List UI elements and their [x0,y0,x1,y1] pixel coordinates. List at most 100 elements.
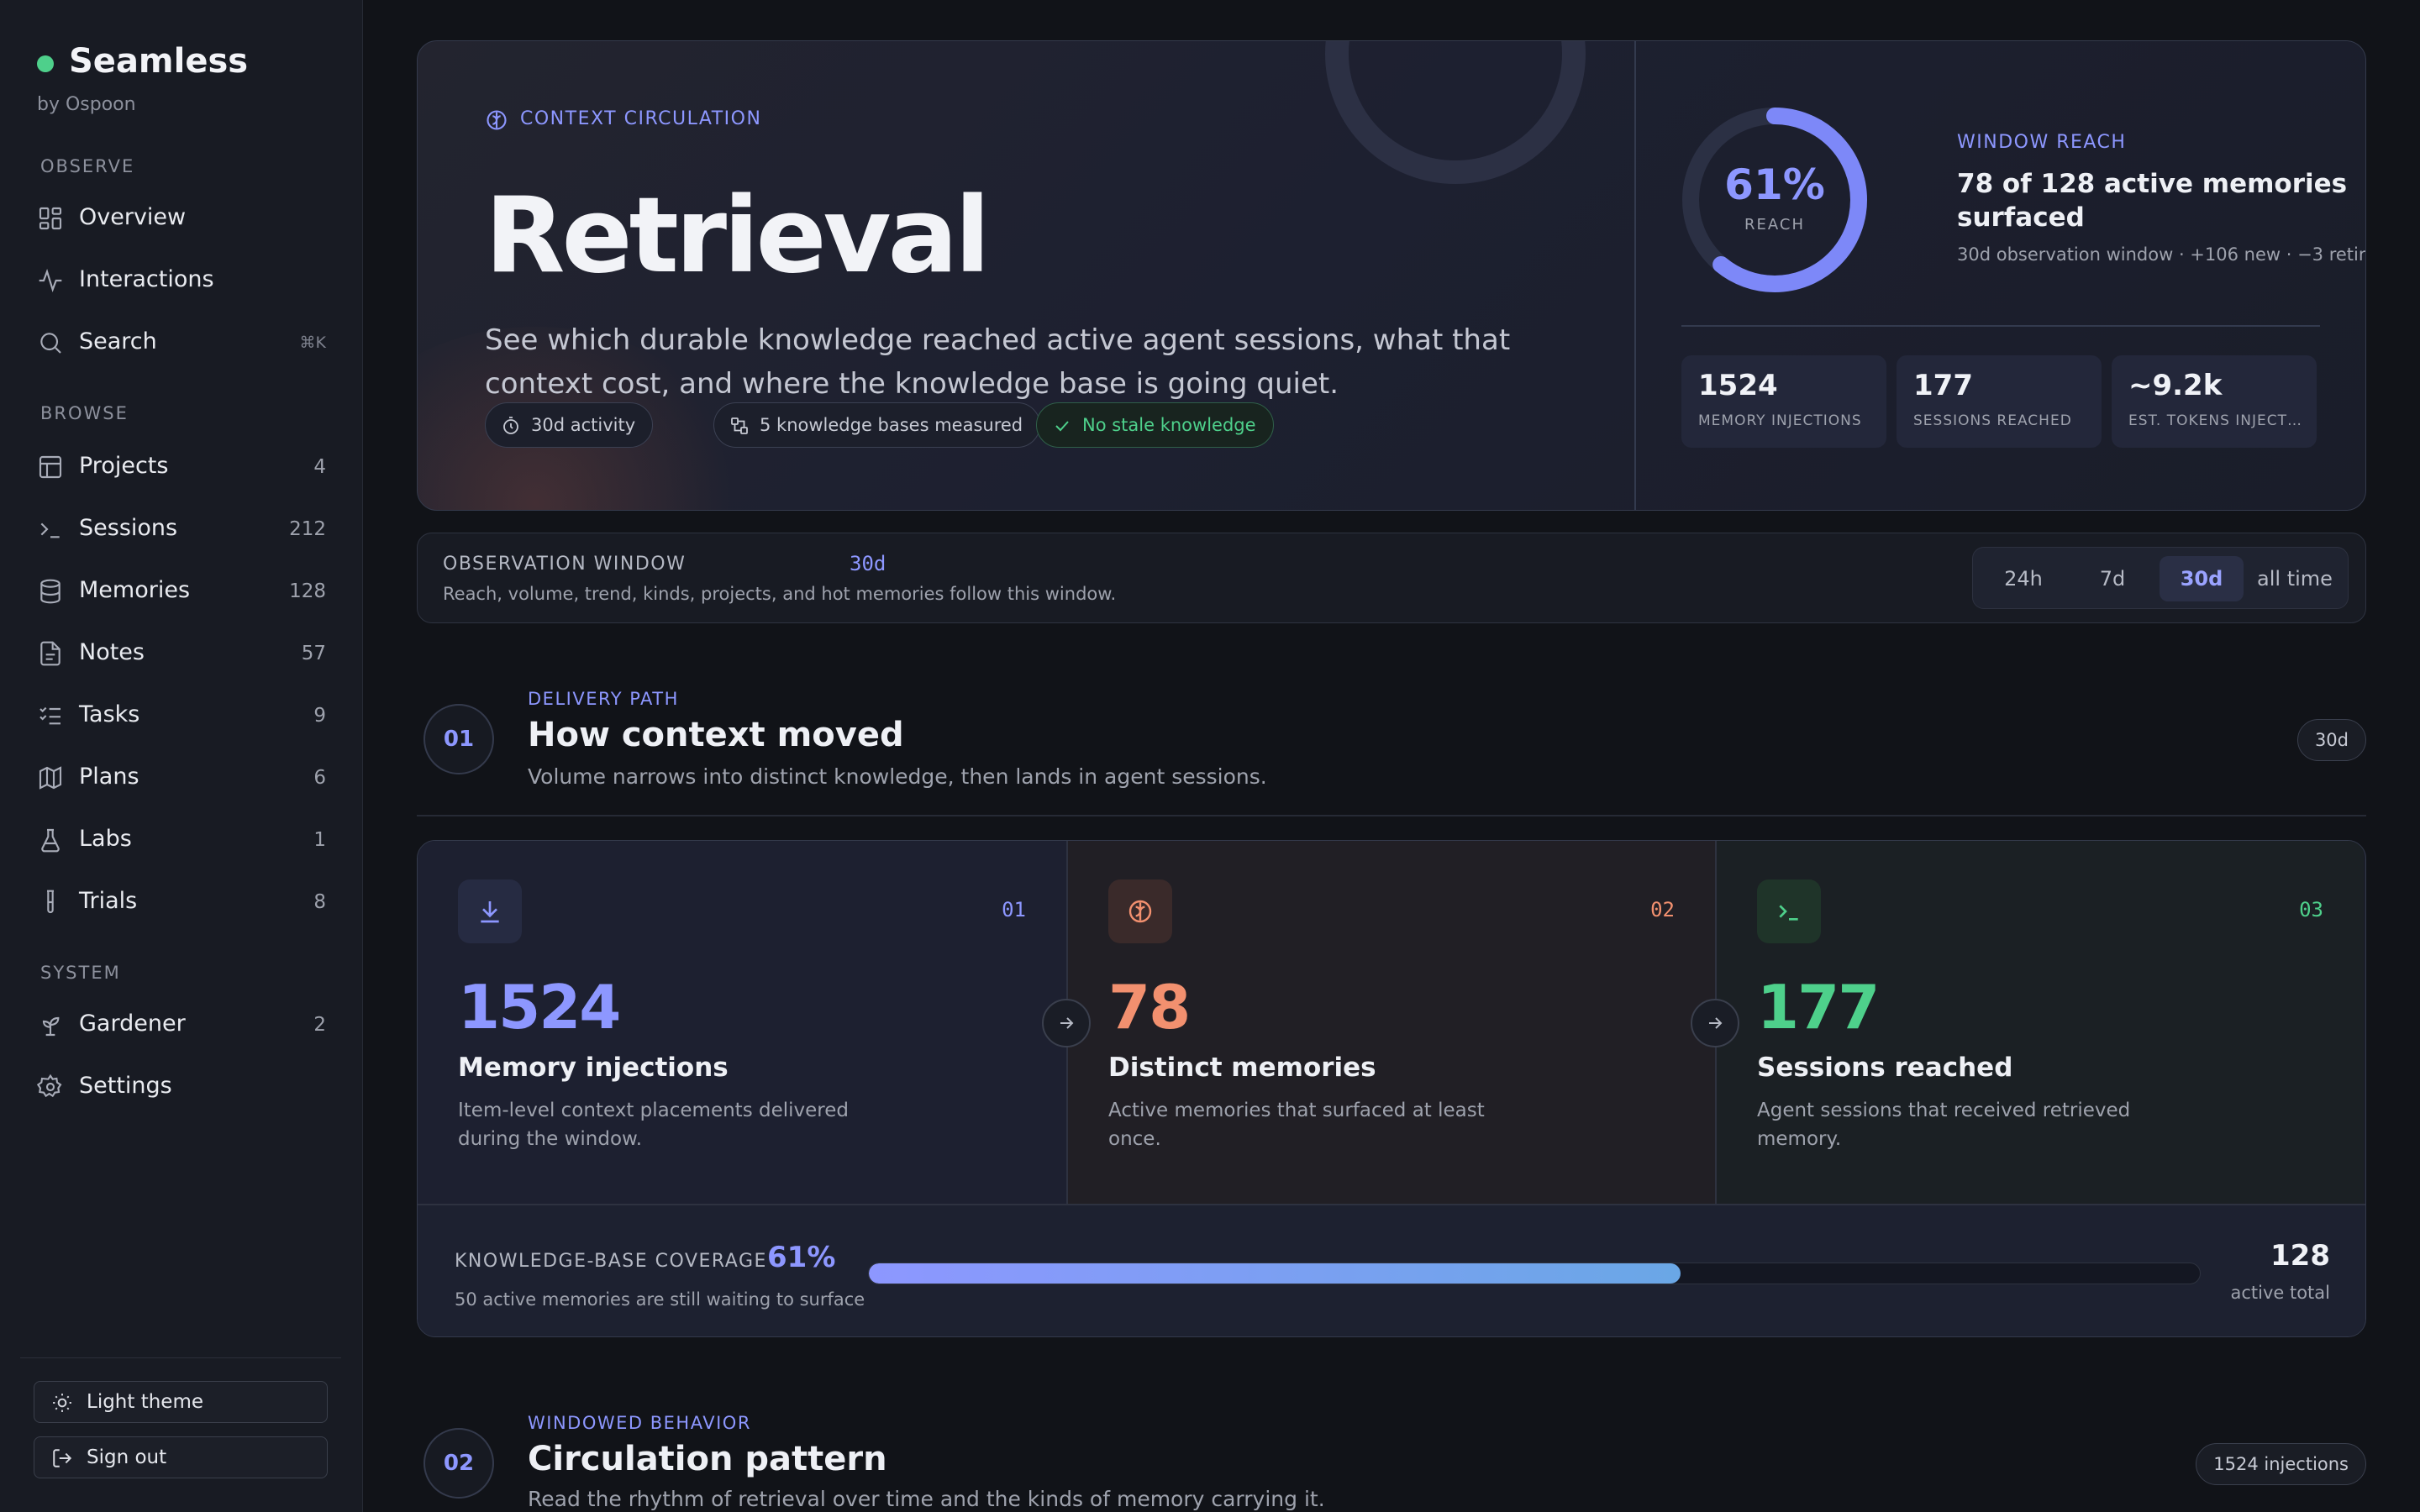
check-icon [1055,421,1069,432]
window-reach-eyebrow: WINDOW REACH [1957,132,2127,153]
sidebar-section-system: SYSTEM [40,963,121,983]
flask-icon [41,828,60,853]
sidebar-item-gardener[interactable]: Gardener 2 [30,1000,333,1050]
sidebar-item-label: Labs [79,826,132,852]
stat-value: 177 [1913,369,1973,402]
window-option-all-time[interactable]: all time [2249,556,2341,601]
step-number: 01 [1002,898,1026,921]
section-subtitle: Read the rhythm of retrieval over time a… [528,1487,1325,1511]
sidebar-item-tasks[interactable]: Tasks 9 [30,690,333,741]
sidebar-item-projects[interactable]: Projects 4 [30,442,333,492]
arrow-right-icon [1709,1017,1723,1029]
window-option-7d[interactable]: 7d [2070,556,2154,601]
sidebar-item-sessions[interactable]: Sessions 212 [30,504,333,554]
sidebar-item-count: 128 [289,580,326,602]
sidebar-item-count: 9 [313,705,326,727]
step-memory-injections: 01 1524 Memory injections Item-level con… [418,841,1066,1204]
sidebar-item-count: 6 [313,767,326,789]
coverage-total: 128 [2270,1239,2330,1273]
window-option-30d[interactable]: 30d [2160,556,2244,601]
section-title: How context moved [528,716,904,754]
sidebar-item-count: 212 [289,518,326,540]
brand-name: Seamless [69,42,249,81]
flow-arrow [1042,999,1091,1047]
sidebar-item-overview[interactable]: Overview [30,193,333,244]
step-number: 02 [1650,898,1675,921]
sidebar-item-label: Plans [79,764,139,790]
step-icon-box [1108,879,1172,943]
main-content: CONTEXT CIRCULATION Retrieval See which … [363,0,2420,1512]
terminal-icon [40,522,60,538]
step-value: 1524 [458,972,621,1042]
sidebar-item-label: Tasks [79,701,140,727]
sidebar-section-observe: OBSERVE [40,156,135,176]
coverage-title: KNOWLEDGE-BASE COVERAGE [455,1251,767,1272]
sidebar-item-settings[interactable]: Settings [30,1062,333,1112]
light-theme-label: Light theme [87,1391,204,1413]
sidebar-item-plans[interactable]: Plans 6 [30,753,333,803]
search-icon [40,333,61,354]
hero-divider [1634,41,1636,510]
knowledge-base-coverage: KNOWLEDGE-BASE COVERAGE 61% 50 active me… [418,1204,2365,1336]
sidebar-item-labs[interactable]: Labs 1 [30,815,333,865]
grid-icon [39,207,62,230]
sidebar-item-count: 1 [313,829,326,851]
step-title: Sessions reached [1757,1053,2013,1083]
sidebar-item-count: 2 [313,1014,326,1036]
terminal-icon [1779,905,1798,921]
stat-value: ~9.2k [2128,369,2223,402]
step-description: Agent sessions that received retrieved m… [1757,1100,2131,1150]
map-icon [39,766,62,790]
page-title: Retrieval [485,176,991,297]
sidebar-item-label: Settings [79,1073,172,1099]
sprout-icon [42,1016,60,1037]
stat-value: 1524 [1698,369,1778,402]
layout-icon [39,455,62,479]
sidebar-item-trials[interactable]: Trials 8 [30,877,333,927]
brain-icon [487,110,507,130]
network-icon [731,417,748,434]
coverage-description: 50 active memories are still waiting to … [455,1289,865,1310]
download-icon [481,901,499,923]
section-eyebrow: WINDOWED BEHAVIOR [528,1413,751,1433]
chip-activity: 30d activity [485,402,654,448]
sidebar-item-memories[interactable]: Memories 128 [30,566,333,617]
sidebar-item-count: 8 [313,891,326,913]
window-option-24h[interactable]: 24h [1981,556,2065,601]
reach-ring-label: REACH [1744,216,1805,234]
hero-eyebrow: CONTEXT CIRCULATION [520,108,762,129]
sidebar-item-label: Overview [79,204,187,230]
hero-description: See which durable knowledge reached acti… [485,323,1511,401]
step-number: 03 [2299,898,2323,921]
stat-label: SESSIONS REACHED [1913,412,2072,429]
step-value: 177 [1757,972,1880,1042]
step-icon-box [458,879,522,943]
sidebar: Seamless by Ospoon OBSERVE Overview Inte… [0,0,363,1512]
sidebar-item-label: Trials [79,888,138,914]
decorative-ring [1325,41,1586,184]
timer-icon [503,417,518,434]
flow-arrow [1691,999,1739,1047]
arrow-right-icon [1060,1017,1074,1029]
chip-label: 30d activity [531,415,636,435]
window-badge: 30d [2296,719,2366,761]
sidebar-item-notes[interactable]: Notes 57 [30,628,333,679]
step-description: Item-level context placements delivered … [458,1100,849,1150]
log-out-icon [53,1449,72,1467]
sidebar-item-search[interactable]: Search ⌘K [30,318,333,368]
brain-icon [1128,900,1152,923]
observation-title: OBSERVATION WINDOW [443,554,687,575]
sidebar-item-label: Memories [79,577,191,603]
sidebar-footer-divider [20,1357,341,1358]
sidebar-item-count: 4 [313,456,326,478]
sign-out-button[interactable]: Sign out [34,1436,328,1478]
step-title: Distinct memories [1108,1053,1376,1083]
step-distinct-memories: 02 78 Distinct memories Active memories … [1066,841,1715,1204]
brand-by: by Ospoon [37,94,136,115]
sidebar-item-interactions[interactable]: Interactions [30,255,333,306]
section-title: Circulation pattern [528,1440,887,1478]
status-dot [37,55,54,72]
test-tube-icon [47,890,54,913]
observation-value: 30d [850,552,886,575]
light-theme-button[interactable]: Light theme [34,1381,328,1423]
